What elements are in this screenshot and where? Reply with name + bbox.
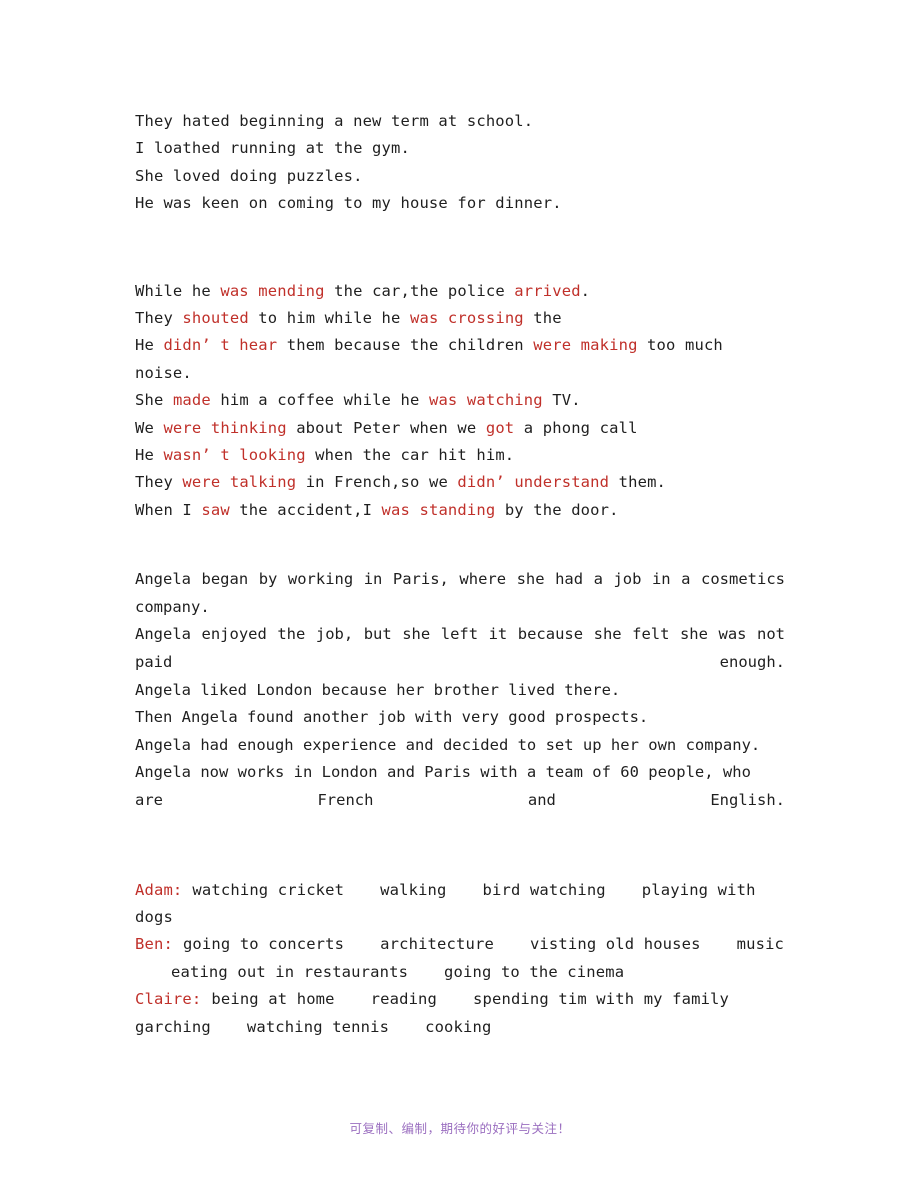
- angela-narrative-block: Angela began by working in Paris, where …: [135, 566, 785, 814]
- sentence-text: We: [135, 418, 164, 437]
- hobby-item: reading: [370, 990, 438, 1009]
- footer-watermark: 可复制、编制，期待你的好评与关注！: [349, 1121, 571, 1136]
- past-continuous-line: When I saw the accident,I was standing b…: [135, 497, 785, 524]
- angela-line: Angela began by working in Paris, where …: [135, 570, 795, 616]
- past-continuous-line: He didn’ t hear them because the childre…: [135, 332, 785, 387]
- hobby-item: architecture: [380, 935, 494, 954]
- angela-line: Angela enjoyed the job, but she left it …: [135, 625, 795, 672]
- highlighted-verb: didn’ understand: [457, 473, 610, 492]
- highlighted-verb: shouted: [182, 309, 249, 328]
- document-page: They hated beginning a new term at schoo…: [0, 0, 920, 1191]
- hobby-entry: Adam: watching cricket walking bird watchin…: [135, 877, 785, 932]
- sentence-text: a phong call: [514, 418, 638, 437]
- hobby-item: spending tim with my family: [473, 990, 730, 1009]
- hobby-item: eating out in restaurants: [171, 962, 409, 981]
- hobby-item: watching cricket: [192, 880, 345, 899]
- person-name-label: Ben:: [135, 935, 173, 954]
- past-continuous-sentences-block: While he was mending the car,the police …: [135, 278, 785, 525]
- highlighted-verb: were thinking: [163, 418, 287, 437]
- hobby-item: watching tennis: [246, 1017, 390, 1036]
- gerund-line: I loathed running at the gym.: [135, 139, 410, 158]
- sentence-text: to him while he: [248, 309, 410, 328]
- highlighted-verb: was watching: [428, 391, 543, 410]
- person-name-label: Claire:: [135, 990, 202, 1009]
- angela-line: Angela now works in London and Paris wit…: [135, 763, 785, 810]
- sentence-text: when the car hit him.: [305, 446, 515, 465]
- highlighted-verb: was mending: [220, 281, 325, 300]
- sentence-text: .: [580, 281, 591, 300]
- highlighted-verb: was crossing: [410, 309, 524, 328]
- gerund-sentences-block: They hated beginning a new term at schoo…: [135, 108, 785, 218]
- sentence-text: by the door.: [495, 500, 619, 519]
- hobby-item: visting old houses: [529, 935, 701, 954]
- sentence-text: them.: [609, 473, 667, 492]
- hobby-entry: Claire: being at home reading spending tim …: [135, 986, 785, 1041]
- sentence-text: They: [135, 309, 183, 328]
- past-continuous-line: We were thinking about Peter when we got…: [135, 415, 785, 442]
- hobby-item: garching: [135, 1017, 211, 1036]
- hobby-entry: Ben: going to concerts architecture visting…: [135, 931, 785, 986]
- past-continuous-line: They shouted to him while he was crossin…: [135, 305, 785, 332]
- sentence-text: about Peter when we: [286, 418, 486, 437]
- hobby-item: bird watching: [482, 880, 606, 899]
- highlighted-verb: got: [485, 418, 515, 437]
- highlighted-verb: wasn’ t looking: [163, 446, 306, 465]
- hobby-item: cooking: [425, 1017, 492, 1036]
- hobby-item: walking: [380, 880, 447, 899]
- angela-line: Angela had enough experience and decided…: [135, 735, 761, 754]
- sentence-text: They: [135, 473, 183, 492]
- sentence-text: him a coffee while he: [210, 391, 429, 410]
- gerund-line: He was keen on coming to my house for di…: [135, 194, 562, 213]
- sentence-text: the accident,I: [229, 500, 382, 519]
- document-body: They hated beginning a new term at schoo…: [135, 108, 785, 1041]
- person-name-label: Adam:: [135, 880, 183, 899]
- highlighted-verb: arrived: [514, 281, 581, 300]
- sentence-text: He: [135, 446, 164, 465]
- gerund-line: They hated beginning a new term at schoo…: [135, 112, 534, 130]
- gerund-line: She loved doing puzzles.: [135, 166, 363, 185]
- sentence-text: When I: [135, 500, 202, 519]
- sentence-text: the car,the police: [324, 281, 515, 300]
- highlighted-verb: saw: [201, 500, 230, 519]
- highlighted-verb: were talking: [182, 473, 297, 492]
- highlighted-verb: was standing: [381, 500, 496, 519]
- sentence-text: in French,so we: [296, 473, 458, 492]
- past-continuous-line: They were talking in French,so we didn’ …: [135, 469, 785, 496]
- sentence-text: them because the children: [277, 336, 534, 355]
- sentence-text: She: [135, 391, 173, 410]
- hobby-item: music: [736, 935, 785, 954]
- highlighted-verb: didn’ t hear: [163, 336, 278, 355]
- sentence-text: He: [135, 336, 164, 355]
- sentence-text: While he: [135, 281, 221, 300]
- angela-line: Angela liked London because her brother …: [135, 680, 621, 699]
- past-continuous-line: While he was mending the car,the police …: [135, 278, 785, 305]
- highlighted-verb: were making: [533, 336, 638, 355]
- hobby-item: being at home: [211, 990, 335, 1009]
- angela-line: Then Angela found another job with very …: [135, 708, 649, 727]
- hobby-lists-block: Adam: watching cricket walking bird watchin…: [135, 877, 785, 1041]
- sentence-text: TV.: [542, 391, 581, 410]
- past-continuous-line: She made him a coffee while he was watch…: [135, 387, 785, 414]
- sentence-text: the: [523, 309, 562, 328]
- hobby-item: going to concerts: [182, 935, 345, 954]
- past-continuous-line: He wasn’ t looking when the car hit him.: [135, 442, 785, 469]
- hobby-item: going to the cinema: [444, 962, 625, 981]
- highlighted-verb: made: [172, 391, 211, 410]
